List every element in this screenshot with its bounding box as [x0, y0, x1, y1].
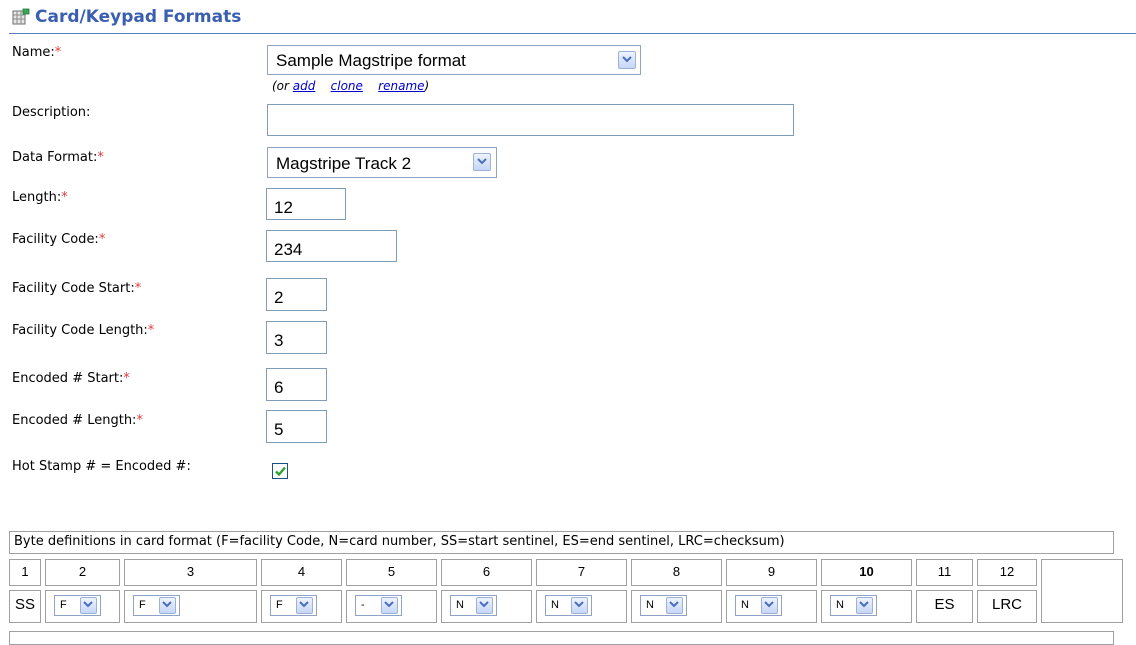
- facility-code-length-field[interactable]: 3: [266, 321, 327, 354]
- byte-select-4[interactable]: F: [270, 595, 317, 616]
- byte-col-header: 12: [977, 559, 1037, 586]
- facility-code-start-field[interactable]: 2: [266, 278, 327, 311]
- byte-select-6[interactable]: N: [450, 595, 497, 616]
- data-format-label: Data Format:*: [12, 150, 104, 165]
- encoded-start-field[interactable]: 6: [266, 368, 327, 401]
- facility-code-field[interactable]: 234: [266, 230, 397, 262]
- chevron-down-icon[interactable]: [80, 597, 97, 614]
- name-select-value: Sample Magstripe format: [276, 51, 466, 70]
- byte-cell-2: F: [45, 590, 120, 623]
- length-field[interactable]: 12: [266, 188, 346, 220]
- facility-code-length-label: Facility Code Length:*: [12, 323, 155, 338]
- byte-col-header: 6: [441, 559, 532, 586]
- byte-col-header: 2: [45, 559, 120, 586]
- byte-table-caption: Byte definitions in card format (F=facil…: [9, 531, 1114, 554]
- header-divider: [9, 33, 1136, 34]
- data-format-select-value: Magstripe Track 2: [276, 154, 412, 173]
- byte-cell-7: N: [536, 590, 627, 623]
- byte-col-header: 3: [124, 559, 257, 586]
- byte-cell-12: LRC: [977, 590, 1037, 623]
- byte-select-9[interactable]: N: [735, 595, 782, 616]
- name-actions: (or add clone rename): [272, 79, 430, 93]
- length-label: Length:*: [12, 190, 68, 205]
- facility-code-label: Facility Code:*: [12, 232, 106, 247]
- chevron-down-icon[interactable]: [666, 597, 683, 614]
- encoded-start-label: Encoded # Start:*: [12, 371, 130, 386]
- description-label: Description:: [12, 105, 91, 120]
- data-format-select[interactable]: Magstripe Track 2: [267, 147, 497, 178]
- name-label: Name:*: [12, 45, 62, 60]
- byte-definitions-table: Byte definitions in card format (F=facil…: [9, 526, 1125, 645]
- byte-cell-10: N: [821, 590, 912, 623]
- byte-cell-5: -: [346, 590, 437, 623]
- encoded-length-field[interactable]: 5: [266, 410, 327, 443]
- byte-cell-9: N: [726, 590, 817, 623]
- chevron-down-icon[interactable]: [618, 51, 636, 69]
- byte-select-5[interactable]: -: [355, 595, 402, 616]
- byte-table-spacer: [1041, 559, 1123, 623]
- chevron-down-icon[interactable]: [159, 597, 176, 614]
- page-title: Card/Keypad Formats: [35, 7, 242, 27]
- byte-col-header: 11: [916, 559, 973, 586]
- byte-cell-8: N: [631, 590, 722, 623]
- byte-col-header: 4: [261, 559, 342, 586]
- hot-stamp-checkbox[interactable]: [272, 463, 288, 479]
- add-link[interactable]: add: [293, 79, 316, 93]
- table-icon: [12, 8, 30, 25]
- encoded-length-label: Encoded # Length:*: [12, 413, 143, 428]
- description-field[interactable]: [267, 104, 794, 136]
- byte-col-header: 1: [9, 559, 41, 586]
- chevron-down-icon[interactable]: [856, 597, 873, 614]
- byte-cell-11: ES: [916, 590, 973, 623]
- chevron-down-icon[interactable]: [571, 597, 588, 614]
- byte-col-header: 5: [346, 559, 437, 586]
- chevron-down-icon[interactable]: [476, 597, 493, 614]
- byte-cell-6: N: [441, 590, 532, 623]
- chevron-down-icon[interactable]: [296, 597, 313, 614]
- rename-link[interactable]: rename: [378, 79, 424, 93]
- byte-col-header: 7: [536, 559, 627, 586]
- page-header: Card/Keypad Formats: [0, 0, 1136, 34]
- byte-select-2[interactable]: F: [54, 595, 101, 616]
- hot-stamp-label: Hot Stamp # = Encoded #:: [12, 459, 191, 474]
- chevron-down-icon[interactable]: [761, 597, 778, 614]
- byte-select-7[interactable]: N: [545, 595, 592, 616]
- clone-link[interactable]: clone: [331, 79, 363, 93]
- byte-col-header: 9: [726, 559, 817, 586]
- byte-select-8[interactable]: N: [640, 595, 687, 616]
- byte-cell-1: SS: [9, 590, 41, 623]
- byte-select-10[interactable]: N: [830, 595, 877, 616]
- byte-col-header: 10: [821, 559, 912, 586]
- byte-cell-3: F: [124, 590, 257, 623]
- name-select[interactable]: Sample Magstripe format: [267, 45, 641, 75]
- checkmark-icon: [275, 466, 286, 477]
- byte-select-3[interactable]: F: [133, 595, 180, 616]
- facility-code-start-label: Facility Code Start:*: [12, 281, 142, 296]
- chevron-down-icon[interactable]: [381, 597, 398, 614]
- byte-col-header: 8: [631, 559, 722, 586]
- byte-cell-4: F: [261, 590, 342, 623]
- chevron-down-icon[interactable]: [473, 153, 491, 171]
